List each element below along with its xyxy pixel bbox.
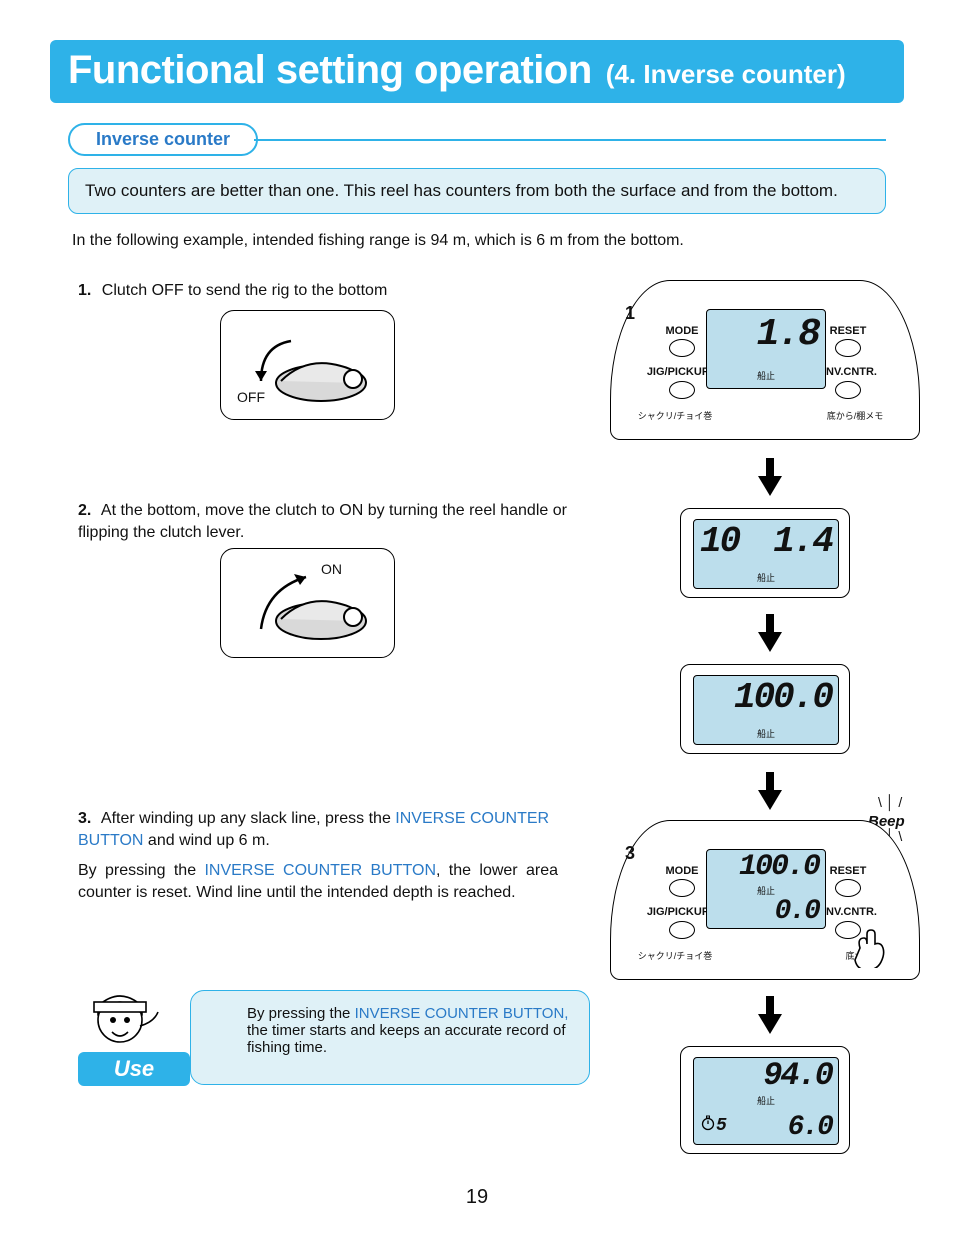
inv-button[interactable] — [835, 381, 861, 399]
arrow-icon — [758, 476, 782, 496]
manual-page: Functional setting operation (4. Inverse… — [0, 0, 954, 1235]
panel-1-value: 1.8 — [757, 316, 819, 354]
display-5-big: 94.0 — [763, 1060, 832, 1092]
tip-post: the timer starts and keeps an accurate r… — [247, 1022, 566, 1056]
arrow-icon — [758, 1014, 782, 1034]
jp-right-label: 底から/棚メモ — [815, 409, 895, 422]
reset-label: RESET — [823, 865, 873, 877]
display-3-value: 100.0 — [734, 680, 832, 716]
use-tip-box: By pressing the INVERSE COUNTER BUTTON, … — [190, 990, 590, 1085]
step-1: 1. Clutch OFF to send the rig to the bot… — [78, 280, 578, 302]
mode-button[interactable] — [669, 879, 695, 897]
step-2: 2. At the bottom, move the clutch to ON … — [78, 500, 578, 543]
clutch-on-label: ON — [321, 561, 342, 577]
arrow-icon — [758, 790, 782, 810]
reset-button[interactable] — [835, 339, 861, 357]
jig-label: JIG/PICKUP — [643, 906, 713, 918]
step-1-num: 1. — [78, 282, 91, 299]
display-5-timer: 5 — [716, 1116, 727, 1136]
jp-left-label: シャクリ/チョイ巻 — [635, 409, 715, 422]
step-3-post: and wind up 6 m. — [143, 832, 269, 849]
display-2-screen: 10 1.4 船止 — [693, 519, 839, 589]
title-sub: (4. Inverse counter) — [606, 59, 846, 90]
timer-icon — [700, 1115, 716, 1134]
spark-icon: \ │ / — [878, 798, 902, 806]
clutch-off-label: OFF — [237, 389, 265, 405]
mode-label: MODE — [657, 865, 707, 877]
display-3-screen: 100.0 船止 — [693, 675, 839, 745]
step-3b-link: INVERSE COUNTER BUTTON — [204, 862, 436, 879]
arrow-icon — [758, 632, 782, 652]
intro-box: Two counters are better than one. This r… — [68, 168, 886, 214]
display-2: 10 1.4 船止 — [680, 508, 850, 598]
page-number: 19 — [0, 1186, 954, 1209]
section-label: Inverse counter — [68, 123, 258, 156]
jig-button[interactable] — [669, 381, 695, 399]
mode-label: MODE — [657, 325, 707, 337]
step-3b-pre: By pressing the — [78, 862, 204, 879]
section-rule — [254, 139, 886, 141]
jp-left-label: シャクリ/チョイ巻 — [635, 949, 715, 962]
title-bar: Functional setting operation (4. Inverse… — [50, 40, 904, 103]
reset-button[interactable] — [835, 879, 861, 897]
section-header: Inverse counter — [68, 123, 886, 156]
panel-3-number: 3 — [625, 843, 635, 864]
display-3: 100.0 船止 — [680, 664, 850, 754]
inv-label: INV.CNTR. — [817, 906, 883, 918]
intro-note: In the following example, intended fishi… — [72, 232, 882, 250]
display-panel-1: 1 MODE JIG/PICKUP シャクリ/チョイ巻 RESET INV.CN… — [610, 280, 920, 440]
panel-1-jp: 船止 — [707, 369, 825, 382]
panel-3-screen: 100.0 船止 0.0 — [706, 849, 826, 929]
step-3-pre: After winding up any slack line, press t… — [101, 810, 395, 827]
mascot-icon — [80, 982, 162, 1054]
tip-link: INVERSE COUNTER BUTTON, — [355, 1005, 569, 1022]
display-5: 94.0 船止 6.0 5 — [680, 1046, 850, 1154]
clutch-on-icon — [221, 549, 396, 659]
step-1-text: Clutch OFF to send the rig to the bottom — [102, 282, 387, 299]
clutch-on-figure: ON — [220, 548, 395, 658]
panel-1-screen: 1.8 船止 — [706, 309, 826, 389]
pointing-hand-icon — [850, 928, 890, 968]
jig-label: JIG/PICKUP — [643, 366, 713, 378]
display-5-screen: 94.0 船止 6.0 5 — [693, 1057, 839, 1145]
step-3: 3. After winding up any slack line, pres… — [78, 808, 558, 851]
clutch-off-figure: OFF — [220, 310, 395, 420]
use-tab: Use — [78, 1052, 190, 1086]
display-5-small: 6.0 — [788, 1114, 832, 1142]
display-2-left: 10 — [700, 524, 739, 560]
mode-button[interactable] — [669, 339, 695, 357]
body: 1. Clutch OFF to send the rig to the bot… — [50, 280, 904, 1160]
step-2-num: 2. — [78, 502, 91, 519]
title-main: Functional setting operation — [68, 48, 592, 93]
display-2-jp: 船止 — [694, 571, 838, 584]
display-3-jp: 船止 — [694, 727, 838, 740]
step-2-text: At the bottom, move the clutch to ON by … — [78, 502, 567, 541]
panel-3-big: 100.0 — [739, 852, 819, 882]
display-2-right: 1.4 — [773, 524, 832, 560]
reset-label: RESET — [823, 325, 873, 337]
tip-pre: By pressing the — [247, 1005, 355, 1022]
step-3b: By pressing the INVERSE COUNTER BUTTON, … — [78, 860, 558, 903]
display-5-jp: 船止 — [694, 1094, 838, 1107]
panel-1-number: 1 — [625, 303, 635, 324]
panel-3-small: 0.0 — [775, 898, 819, 926]
jig-button[interactable] — [669, 921, 695, 939]
inv-label: INV.CNTR. — [817, 366, 883, 378]
step-3-num: 3. — [78, 810, 91, 827]
